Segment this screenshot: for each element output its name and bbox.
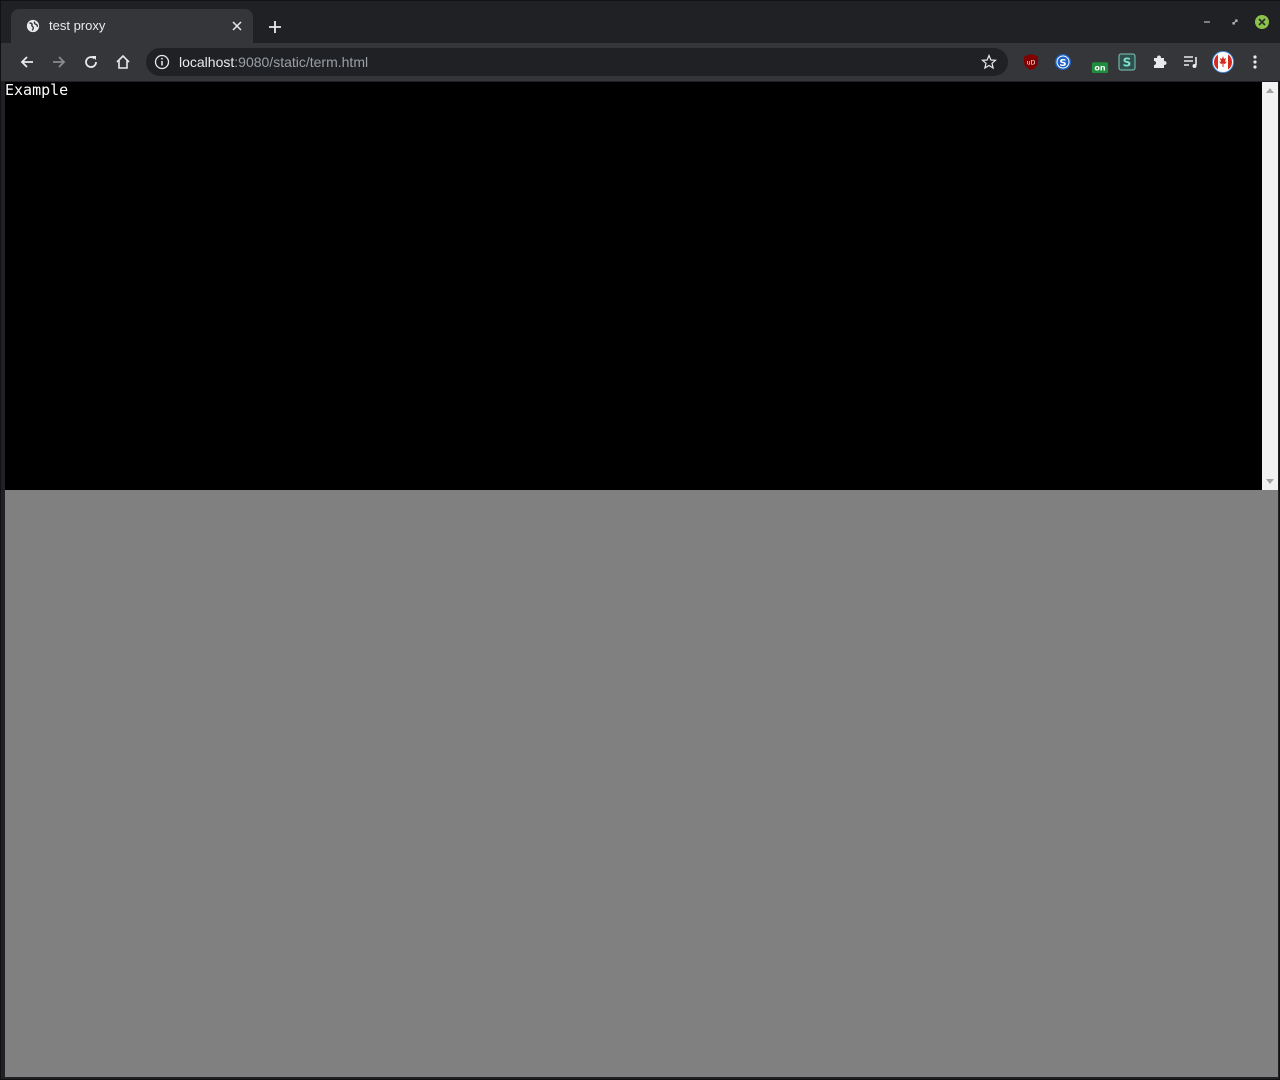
home-button[interactable] — [111, 50, 135, 74]
tab-close-button[interactable] — [229, 18, 245, 34]
home-icon — [116, 54, 130, 69]
url-host: localhost — [179, 54, 235, 70]
triangle-down-icon — [1266, 479, 1274, 484]
terminal-area[interactable]: Example — [5, 82, 1262, 490]
minimize-icon — [1204, 21, 1210, 23]
browser-window: test proxy localhost:9080/static/term.ht… — [0, 0, 1280, 1080]
window-close-button[interactable] — [1253, 13, 1271, 31]
puzzle-icon — [1154, 55, 1167, 68]
ublock-label: uD — [1027, 60, 1036, 67]
more-vert-icon — [1253, 55, 1257, 69]
ublock-shield-icon: uD — [1024, 54, 1038, 70]
ublock-extension[interactable]: uD — [1022, 53, 1040, 71]
maximize-button[interactable] — [1226, 13, 1244, 31]
page-content: Example — [5, 82, 1278, 1077]
toolbar: localhost:9080/static/term.html uD S on … — [1, 43, 1280, 81]
s-square-letter: S — [1123, 56, 1132, 70]
tab-test-proxy[interactable]: test proxy — [11, 9, 253, 43]
close-circle-icon — [1255, 15, 1269, 29]
star-icon[interactable] — [981, 54, 997, 70]
extensions-menu-button[interactable] — [1150, 53, 1168, 71]
plus-icon — [269, 21, 281, 33]
s-circle-extension[interactable]: S — [1054, 53, 1072, 71]
info-icon[interactable] — [154, 54, 170, 70]
tab-title: test proxy — [49, 18, 106, 33]
globe-icon — [26, 19, 40, 33]
triangle-up-icon — [1266, 88, 1274, 93]
url-text[interactable]: localhost:9080/static/term.html — [179, 54, 368, 70]
scroll-up-button[interactable] — [1262, 82, 1278, 98]
on-badge-text: on — [1094, 63, 1106, 73]
queue-music-icon — [1184, 56, 1197, 68]
s-circle-letter: S — [1059, 58, 1066, 69]
tab-strip: test proxy — [1, 1, 1280, 43]
reload-icon — [85, 56, 97, 68]
avatar-icon — [1212, 51, 1234, 73]
terminal-output: Example — [5, 81, 69, 99]
arrow-left-icon — [20, 56, 33, 68]
s-square-icon: S — [1118, 53, 1136, 71]
scroll-down-button[interactable] — [1262, 474, 1278, 490]
terminal-scrollbar[interactable] — [1262, 82, 1278, 490]
on-badge-extension[interactable]: on — [1091, 54, 1109, 73]
s-circle-icon: S — [1055, 54, 1071, 70]
browser-menu-button[interactable] — [1246, 53, 1264, 71]
media-control-button[interactable] — [1182, 53, 1200, 71]
address-bar[interactable]: localhost:9080/static/term.html — [146, 48, 1008, 76]
restore-icon — [1232, 19, 1238, 25]
url-path: :9080/static/term.html — [234, 54, 369, 70]
arrow-right-icon — [53, 56, 66, 68]
new-tab-button[interactable] — [263, 15, 287, 39]
profile-avatar-button[interactable] — [1212, 51, 1234, 73]
minimize-button[interactable] — [1198, 13, 1216, 31]
on-badge-icon: on — [1091, 54, 1109, 73]
reload-button[interactable] — [79, 50, 103, 74]
forward-button[interactable] — [47, 50, 71, 74]
s-square-extension[interactable]: S — [1118, 53, 1136, 71]
back-button[interactable] — [15, 50, 39, 74]
close-icon — [232, 21, 242, 31]
